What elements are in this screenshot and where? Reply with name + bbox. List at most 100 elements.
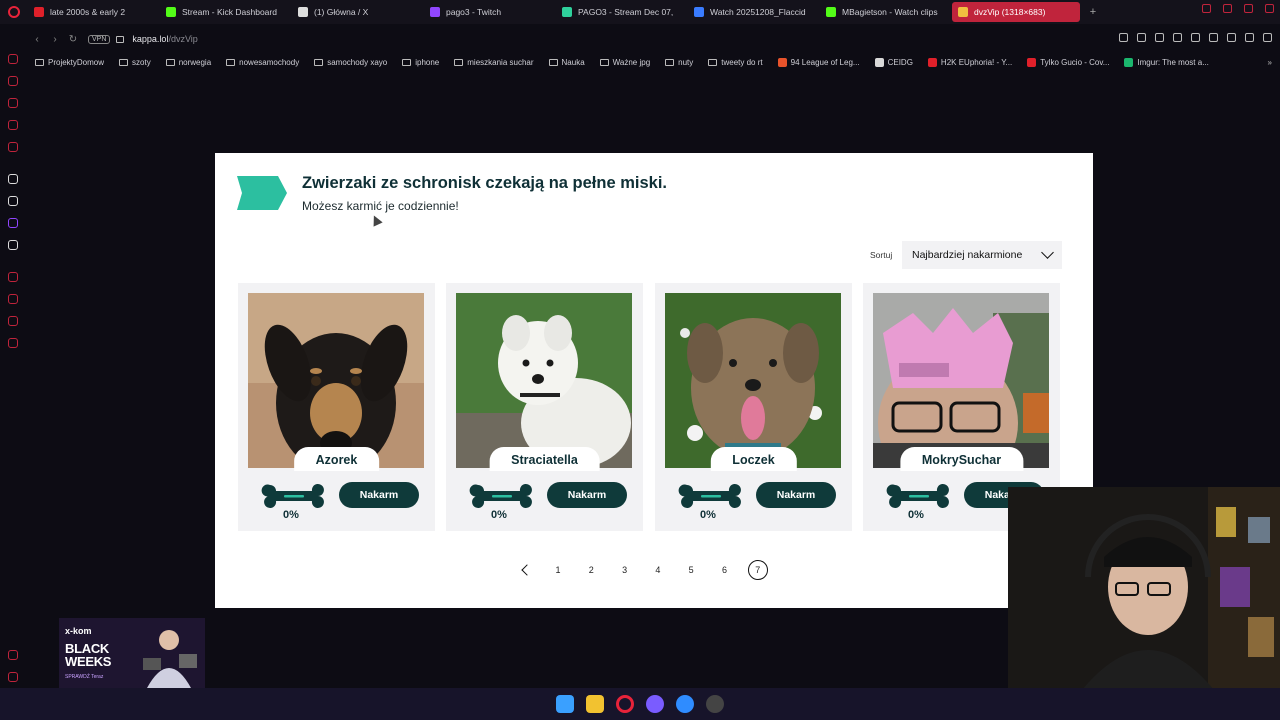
xkom-ad[interactable]: x-kom BLACK WEEKS SPRAWDŹ Teraz (59, 618, 205, 690)
file-explorer-icon[interactable] (586, 695, 604, 713)
bookmarks-overflow-icon[interactable]: » (1268, 58, 1272, 67)
sidebar-history-icon[interactable] (8, 76, 18, 86)
bookmark-item[interactable]: nowesamochody (226, 58, 299, 67)
download-icon[interactable] (1245, 33, 1254, 42)
obs-icon[interactable] (706, 695, 724, 713)
opera-icon[interactable] (616, 695, 634, 713)
bone-progress-icon (261, 484, 324, 508)
bookmark-item[interactable]: nuty (665, 58, 693, 67)
play-icon[interactable] (1173, 33, 1182, 42)
animal-photo[interactable] (665, 293, 841, 468)
bookmark-item[interactable]: CEIDG (874, 57, 913, 67)
sort-select[interactable]: Najbardziej nakarmione (902, 241, 1062, 269)
bookmark-item[interactable]: ProjektyDomow (35, 58, 104, 67)
sidebar-aria-icon[interactable] (8, 174, 18, 184)
bookmark-item[interactable]: H2K EUphoria! - Y... (927, 57, 1012, 67)
folder-icon (454, 58, 464, 66)
tab-3[interactable]: (1) Główna / X (292, 2, 420, 22)
sidebar-gx-icon[interactable] (8, 650, 18, 660)
site-favicon-icon (1027, 57, 1037, 67)
page-link-7[interactable]: 7 (747, 560, 768, 580)
bookmark-item[interactable]: norwegia (165, 58, 211, 67)
bookmark-icon[interactable] (1119, 33, 1128, 42)
sidebar-more-icon[interactable] (8, 672, 18, 682)
bookmark-item[interactable]: 94 League of Leg... (777, 57, 860, 67)
animal-card-straciatella: Straciatella 0% Nakarm (446, 283, 643, 531)
bookmark-item[interactable]: tweety do rt (708, 58, 763, 67)
search-tabs-icon[interactable] (1202, 4, 1211, 13)
tab-1[interactable]: late 2000s & early 2 (28, 2, 156, 22)
feed-button[interactable]: Nakarm (756, 482, 836, 508)
bookmark-item[interactable]: mieszkania suchar (454, 58, 534, 67)
page-link-4[interactable]: 4 (648, 560, 668, 580)
tab-bar: late 2000s & early 2 Stream - Kick Dashb… (0, 0, 1280, 24)
sidebar-settings-icon[interactable] (8, 338, 18, 348)
bone-progress-icon (678, 484, 741, 508)
animal-photo[interactable] (873, 293, 1049, 468)
sidebar-ai-icon[interactable] (8, 98, 18, 108)
animal-name: Loczek (710, 447, 797, 471)
sidebar-player-icon[interactable] (8, 272, 18, 282)
site-favicon-icon (1124, 57, 1134, 67)
twitch-icon (430, 7, 440, 17)
sidebar-mail-icon[interactable] (8, 142, 18, 152)
dog-photo-azorek (248, 293, 424, 468)
animal-photo[interactable] (248, 293, 424, 468)
prev-page-icon[interactable] (520, 559, 534, 581)
sidebar-messenger-icon[interactable] (8, 316, 18, 326)
bookmark-item[interactable]: samochody xayo (314, 58, 387, 67)
snapshot-icon[interactable] (1137, 33, 1146, 42)
sidebar-snap-icon[interactable] (8, 120, 18, 130)
bookmark-label: szoty (132, 57, 151, 67)
sidebar-chatgpt-icon[interactable] (8, 196, 18, 206)
feed-button[interactable]: Nakarm (339, 482, 419, 508)
opera-menu-icon[interactable] (0, 0, 28, 24)
feed-percent: 0% (491, 509, 507, 521)
tab-7[interactable]: MBagietson - Watch clips (820, 2, 948, 22)
folder-icon (402, 58, 412, 66)
tab-5[interactable]: PAGO3 - Stream Dec 07, (556, 2, 684, 22)
page-link-3[interactable]: 3 (615, 560, 635, 580)
messenger-icon[interactable] (676, 695, 694, 713)
share-icon[interactable] (1227, 33, 1236, 42)
tab-4[interactable]: pago3 - Twitch (424, 2, 552, 22)
feed-button[interactable]: Nakarm (547, 482, 627, 508)
url-field[interactable]: kappa.lol/dvzVip (132, 34, 197, 44)
windows-start-icon[interactable] (556, 695, 574, 713)
shield-icon[interactable] (1155, 33, 1164, 42)
tab-2[interactable]: Stream - Kick Dashboard (160, 2, 288, 22)
vpn-badge[interactable]: VPN (88, 34, 111, 44)
bone-progress-icon (886, 484, 949, 508)
bookmark-item[interactable]: Tylko Gucio - Cov... (1027, 57, 1109, 67)
back-icon[interactable]: ‹ (28, 34, 46, 45)
page-link-6[interactable]: 6 (714, 560, 734, 580)
bookmark-item[interactable]: iphone (402, 58, 439, 67)
bookmark-item[interactable]: szoty (119, 58, 151, 67)
sidebar-twitch-icon[interactable] (8, 218, 18, 228)
page-link-2[interactable]: 2 (581, 560, 601, 580)
tab-6[interactable]: Watch 20251208_Flaccid (688, 2, 816, 22)
reload-icon[interactable]: ↻ (64, 34, 82, 45)
menu-icon[interactable] (1263, 33, 1272, 42)
folder-icon (35, 58, 44, 66)
page-link-5[interactable]: 5 (681, 560, 701, 580)
sidebar-wallet-icon[interactable] (8, 54, 18, 64)
maximize-icon[interactable] (1244, 4, 1253, 13)
minimize-icon[interactable] (1223, 4, 1232, 13)
sidebar-x-icon[interactable] (8, 240, 18, 250)
extensions-icon[interactable] (1209, 33, 1218, 42)
lock-icon[interactable] (116, 35, 125, 43)
discord-icon[interactable] (646, 695, 664, 713)
close-icon[interactable] (1265, 4, 1274, 13)
bookmark-item[interactable]: Imgur: The most a... (1124, 57, 1209, 67)
new-tab-button[interactable]: + (1084, 6, 1102, 18)
bookmark-item[interactable]: Ważne jpg (599, 58, 650, 67)
animal-name: MokrySuchar (899, 447, 1024, 471)
heart-icon[interactable] (1191, 33, 1200, 42)
bookmark-item[interactable]: Nauka (548, 58, 585, 67)
animal-photo[interactable] (456, 293, 632, 468)
tab-8-active[interactable]: dvzVip (1318×683) (952, 2, 1080, 22)
page-link-1[interactable]: 1 (548, 560, 568, 580)
forward-icon[interactable]: › (46, 34, 64, 45)
sidebar-clock-icon[interactable] (8, 294, 18, 304)
